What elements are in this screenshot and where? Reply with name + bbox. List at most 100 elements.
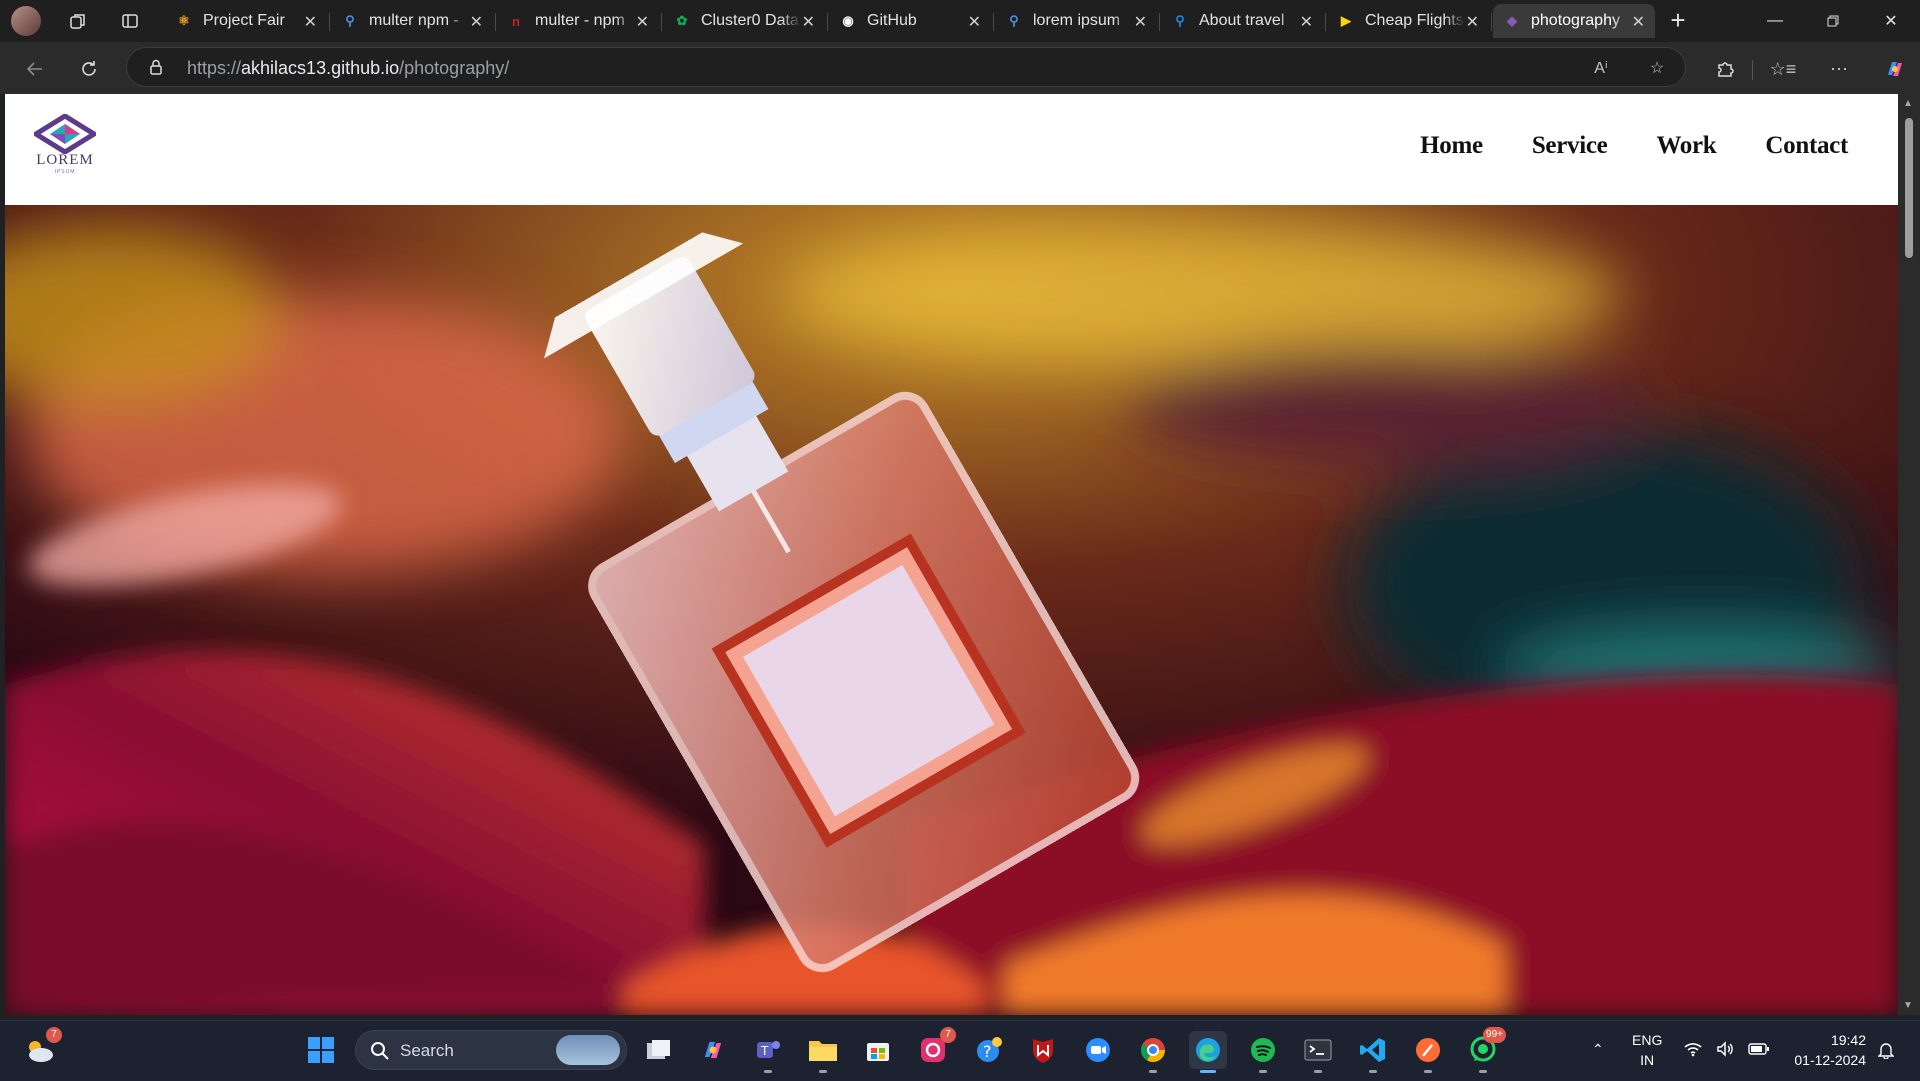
tab-close-icon[interactable]: ✕ <box>1632 12 1645 32</box>
tab-title: multer - npm <box>535 12 625 29</box>
scroll-down-arrow-icon[interactable]: ▼ <box>1903 1000 1913 1011</box>
hero-perfume-image <box>5 205 1898 1015</box>
running-indicator <box>1200 1070 1216 1073</box>
quick-settings-button[interactable] <box>1684 1041 1770 1057</box>
favorites-icon: ☆≡ <box>1769 58 1797 79</box>
task-view-icon <box>647 1040 670 1059</box>
browser-tab[interactable]: ✿ Cluster0 Data ✕ <box>663 4 828 38</box>
close-icon: ✕ <box>1884 13 1898 30</box>
search-label: Search <box>400 1041 454 1060</box>
tab-close-icon[interactable]: ✕ <box>470 12 483 32</box>
start-button[interactable] <box>302 1031 340 1069</box>
restore-button[interactable] <box>1804 0 1862 42</box>
search-highlight-icon <box>556 1035 620 1065</box>
edge-icon <box>1196 1038 1220 1062</box>
weather-widget[interactable]: 7 <box>20 1027 62 1069</box>
address-bar[interactable]: https://akhilacs13.github.io/photography… <box>126 47 1686 87</box>
profile-button[interactable] <box>10 6 42 36</box>
lorem-logo-icon: ◆ <box>1507 13 1517 28</box>
react-icon: ⚛ <box>178 13 190 28</box>
show-hidden-icons-button[interactable]: ⌃ <box>1592 1041 1604 1058</box>
browser-tab[interactable]: ◉ GitHub ✕ <box>829 4 994 38</box>
chrome-app[interactable] <box>1134 1031 1172 1073</box>
browser-tab[interactable]: ⚲ lorem ipsum ✕ <box>995 4 1160 38</box>
tab-close-icon[interactable]: ✕ <box>304 12 317 32</box>
refresh-icon <box>82 61 96 76</box>
running-indicator <box>1259 1070 1267 1073</box>
scroll-thumb[interactable] <box>1905 118 1913 258</box>
vscode-app[interactable] <box>1354 1031 1392 1073</box>
postman-app[interactable] <box>1409 1031 1447 1073</box>
tab-close-icon[interactable]: ✕ <box>802 12 815 32</box>
site-logo[interactable]: LOREM IPSUM <box>21 114 109 184</box>
notifications-button[interactable] <box>1877 1041 1895 1064</box>
nav-service[interactable]: Service <box>1532 132 1608 160</box>
tab-close-icon[interactable]: ✕ <box>1300 12 1313 32</box>
tab-close-icon[interactable]: ✕ <box>968 12 981 32</box>
tab-close-icon[interactable]: ✕ <box>1466 12 1479 32</box>
weather-badge: 7 <box>46 1027 62 1043</box>
add-favorite-button[interactable]: ☆ <box>1643 54 1671 82</box>
settings-more-button[interactable]: ⋯ <box>1822 52 1856 86</box>
browser-tab[interactable]: ▶ Cheap Flights ✕ <box>1327 4 1492 38</box>
favorites-button[interactable]: ☆≡ <box>1766 52 1800 86</box>
tab-actions-button[interactable] <box>114 6 146 36</box>
clock[interactable]: 19:42 01-12-2024 <box>1780 1030 1866 1070</box>
url-host: akhilacs13.github.io <box>241 58 400 78</box>
extensions-button[interactable] <box>1708 52 1742 86</box>
ms-store-app[interactable] <box>859 1031 897 1069</box>
toolbar-divider <box>1752 60 1753 80</box>
minimize-button[interactable]: — <box>1746 0 1804 42</box>
puzzle-icon <box>1718 62 1734 77</box>
workspaces-button[interactable] <box>62 6 94 36</box>
browser-tab[interactable]: n multer - npm ✕ <box>497 4 662 38</box>
close-window-button[interactable]: ✕ <box>1862 0 1920 42</box>
mongodb-leaf-icon: ✿ <box>676 13 688 28</box>
back-button[interactable] <box>18 52 52 86</box>
teams-app[interactable]: T <box>749 1031 787 1073</box>
browser-tab[interactable]: ⚲ multer npm - ✕ <box>331 4 496 38</box>
browser-tab[interactable]: ⚛ Project Fair ✕ <box>165 4 330 38</box>
tab-title: About travel <box>1199 12 1285 29</box>
browser-tab[interactable]: ◆ photography ✕ <box>1493 4 1655 38</box>
scroll-up-arrow-icon[interactable]: ▲ <box>1903 98 1913 109</box>
whatsapp-app[interactable]: 99+ <box>1464 1027 1506 1073</box>
url-path: /photography/ <box>399 58 510 78</box>
chevron-up-icon: ⌃ <box>1592 1041 1604 1057</box>
read-aloud-icon: Aⁱ <box>1594 60 1608 77</box>
zoom-app[interactable] <box>1079 1031 1117 1069</box>
edge-app[interactable] <box>1189 1031 1227 1073</box>
nav-contact[interactable]: Contact <box>1765 132 1848 160</box>
refresh-button[interactable] <box>72 52 106 86</box>
read-aloud-button[interactable]: Aⁱ <box>1587 54 1615 82</box>
hero-photo-art <box>5 205 1898 1015</box>
browser-tab[interactable]: ⚲ About travel ✕ <box>1161 4 1326 38</box>
file-explorer-app[interactable] <box>804 1031 842 1073</box>
battery-icon <box>1748 1043 1769 1055</box>
spotify-app[interactable] <box>1244 1031 1282 1073</box>
new-tab-button[interactable]: + <box>1663 6 1693 36</box>
browser-toolbar: https://akhilacs13.github.io/photography… <box>0 42 1920 94</box>
nav-work[interactable]: Work <box>1656 132 1716 160</box>
tab-close-icon[interactable]: ✕ <box>636 12 649 32</box>
mcafee-app[interactable] <box>1024 1031 1062 1069</box>
get-help-app[interactable]: ? <box>970 1031 1008 1069</box>
copilot-app[interactable] <box>694 1031 732 1069</box>
tab-strip: ⚛ Project Fair ✕ ⚲ multer npm - ✕ n multer - n… <box>0 0 1920 42</box>
language-indicator[interactable]: ENG IN <box>1632 1030 1662 1070</box>
tab-title: Project Fair <box>203 12 285 29</box>
task-view-button[interactable] <box>640 1031 678 1069</box>
copilot-button[interactable] <box>1878 52 1912 86</box>
tab-list: ⚛ Project Fair ✕ ⚲ multer npm - ✕ n multer - n… <box>165 4 1659 38</box>
taskbar-search[interactable]: Search <box>355 1030 627 1070</box>
page-scrollbar[interactable]: ▲ ▼ <box>1898 94 1920 1015</box>
logo-text: LOREM <box>36 152 94 168</box>
terminal-app[interactable] <box>1299 1031 1337 1073</box>
nav-home[interactable]: Home <box>1420 132 1483 160</box>
instagram-badge: 7 <box>940 1027 956 1043</box>
tab-close-icon[interactable]: ✕ <box>1134 12 1147 32</box>
minimize-icon: — <box>1767 12 1783 29</box>
wifi-icon <box>1684 1043 1702 1057</box>
tab-title: Cluster0 Data <box>701 12 799 29</box>
instagram-app[interactable]: 7 <box>914 1027 956 1069</box>
